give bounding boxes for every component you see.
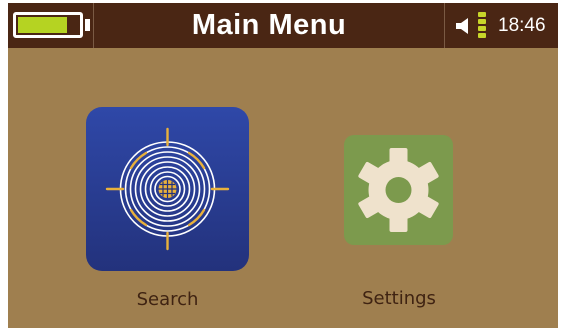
status-divider: [444, 3, 445, 48]
page-title: Main Menu: [191, 9, 347, 41]
search-label[interactable]: Search: [86, 289, 249, 310]
settings-button[interactable]: [344, 135, 453, 245]
battery-icon: [13, 12, 83, 38]
clock: 18:46: [498, 15, 546, 36]
device-screen: Main Menu 18:46 Search Settings: [8, 3, 558, 328]
status-bar: Main Menu 18:46: [8, 3, 558, 48]
battery-terminal: [85, 19, 90, 31]
signal-strength-icon: [478, 12, 486, 39]
battery-level-fill: [18, 17, 67, 33]
settings-label[interactable]: Settings: [324, 288, 474, 309]
speaker-icon[interactable]: [454, 17, 470, 35]
search-button[interactable]: [86, 107, 249, 271]
